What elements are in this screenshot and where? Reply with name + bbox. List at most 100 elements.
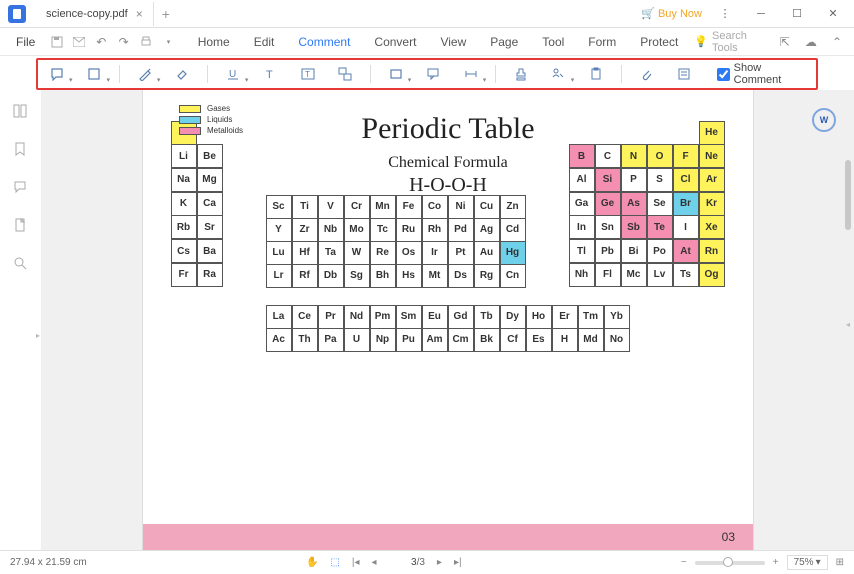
fit-page-icon[interactable]: ⊞	[836, 557, 844, 568]
element-cell: Sr	[197, 215, 223, 239]
hide-comment-tool[interactable]	[671, 63, 696, 85]
element-cell: Lu	[266, 241, 292, 265]
element-cell: Ga	[569, 192, 595, 216]
search-tools-input[interactable]: 💡 Search Tools	[694, 30, 767, 54]
collapse-ribbon-icon[interactable]: ⌃	[828, 32, 846, 52]
element-cell: Si	[595, 168, 621, 192]
text-box-tool[interactable]: T	[295, 63, 320, 85]
menu-icon[interactable]: ⋮	[712, 1, 738, 27]
menu-tab-comment[interactable]: Comment	[286, 31, 362, 53]
element-cell: Ds	[448, 264, 474, 288]
scrollbar[interactable]	[844, 150, 852, 510]
text-callout-tool[interactable]	[332, 63, 357, 85]
pdf-page: Gases Liquids Metalloids Periodic Table …	[143, 90, 753, 550]
print-icon[interactable]	[137, 32, 155, 52]
shape-note-tool[interactable]	[81, 63, 106, 85]
menu-tab-form[interactable]: Form	[576, 31, 628, 53]
element-cell: Pr	[318, 305, 344, 329]
pencil-tool[interactable]	[132, 63, 157, 85]
element-cell: Ts	[673, 263, 699, 287]
prev-page-button[interactable]: ◂	[372, 557, 377, 568]
element-cell: La	[266, 305, 292, 329]
element-cell: Ru	[396, 218, 422, 242]
comment-ribbon: U T T Show Comment	[36, 58, 818, 90]
element-cell: Hg	[500, 241, 526, 265]
element-cell: Pt	[448, 241, 474, 265]
attachment-tool[interactable]	[634, 63, 659, 85]
side-rail: ▸	[0, 90, 42, 550]
expand-right-icon[interactable]: ◂	[846, 320, 850, 329]
menu-tab-convert[interactable]: Convert	[362, 31, 428, 53]
zoom-out-button[interactable]: −	[681, 557, 687, 568]
callout-tool[interactable]	[420, 63, 445, 85]
document-tab[interactable]: science-copy.pdf ×	[36, 2, 154, 26]
maximize-button[interactable]: ☐	[784, 1, 810, 27]
redo-icon[interactable]: ↷	[115, 32, 133, 52]
element-cell: Ti	[292, 195, 318, 219]
element-cell: Rh	[422, 218, 448, 242]
attachments-rail-icon[interactable]	[13, 218, 29, 234]
element-cell: Og	[699, 263, 725, 287]
next-page-button[interactable]: ▸	[437, 557, 442, 568]
element-cell: Am	[422, 328, 448, 352]
signature-tool[interactable]	[546, 63, 571, 85]
distance-tool[interactable]	[458, 63, 483, 85]
element-cell: Br	[673, 192, 699, 216]
thumbnails-icon[interactable]	[13, 104, 29, 120]
element-cell	[673, 121, 699, 145]
select-tool-icon[interactable]: ⬚	[330, 557, 339, 568]
cloud-icon[interactable]: ☁	[802, 32, 820, 52]
show-comment-toggle[interactable]: Show Comment	[717, 62, 810, 86]
element-cell: B	[569, 144, 595, 168]
page-indicator[interactable]: /3	[389, 557, 425, 568]
first-page-button[interactable]: |◂	[352, 557, 360, 568]
element-cell: Np	[370, 328, 396, 352]
menu-tab-view[interactable]: View	[428, 31, 478, 53]
mail-icon[interactable]	[70, 32, 88, 52]
stamp-tool[interactable]	[508, 63, 533, 85]
expand-rail-icon[interactable]: ▸	[34, 320, 42, 350]
comments-icon[interactable]	[13, 180, 29, 196]
element-cell: Xe	[699, 215, 725, 239]
clipboard-tool[interactable]	[583, 63, 608, 85]
menu-tab-tool[interactable]: Tool	[530, 31, 576, 53]
buy-now-link[interactable]: 🛒 Buy Now	[641, 7, 702, 20]
element-cell: As	[621, 192, 647, 216]
element-cell: He	[699, 121, 725, 145]
zoom-slider[interactable]	[695, 561, 765, 565]
element-cell: N	[621, 144, 647, 168]
save-icon[interactable]	[47, 32, 65, 52]
word-export-icon[interactable]: W	[812, 108, 836, 132]
show-comment-checkbox[interactable]	[717, 68, 730, 81]
underline-tool[interactable]: U	[220, 63, 245, 85]
menu-tab-edit[interactable]: Edit	[242, 31, 287, 53]
element-cell: Dy	[500, 305, 526, 329]
note-tool[interactable]	[44, 63, 69, 85]
element-cell: Th	[292, 328, 318, 352]
file-menu[interactable]: File	[8, 35, 43, 49]
eraser-tool[interactable]	[169, 63, 194, 85]
last-page-button[interactable]: ▸|	[454, 557, 462, 568]
zoom-in-button[interactable]: +	[773, 557, 779, 568]
menu-tab-page[interactable]: Page	[478, 31, 530, 53]
element-cell: Bh	[370, 264, 396, 288]
menu-tab-home[interactable]: Home	[186, 31, 242, 53]
hand-tool-icon[interactable]: ✋	[306, 557, 318, 568]
rectangle-tool[interactable]	[383, 63, 408, 85]
minimize-button[interactable]: ─	[748, 1, 774, 27]
bookmark-icon[interactable]	[13, 142, 29, 158]
undo-icon[interactable]: ↶	[92, 32, 110, 52]
tab-label: science-copy.pdf	[46, 8, 128, 20]
element-cell: Pa	[318, 328, 344, 352]
close-button[interactable]: ✕	[820, 1, 846, 27]
menu-tab-protect[interactable]: Protect	[628, 31, 690, 53]
element-cell: Ho	[526, 305, 552, 329]
external-link-icon[interactable]: ⇱	[776, 32, 794, 52]
search-rail-icon[interactable]	[13, 256, 29, 272]
new-tab-button[interactable]: +	[162, 6, 170, 22]
element-cell: Yb	[604, 305, 630, 329]
close-tab-icon[interactable]: ×	[136, 7, 143, 21]
element-cell	[595, 121, 621, 145]
text-tool[interactable]: T	[257, 63, 282, 85]
print-dropdown-icon[interactable]: ▾	[159, 32, 177, 52]
